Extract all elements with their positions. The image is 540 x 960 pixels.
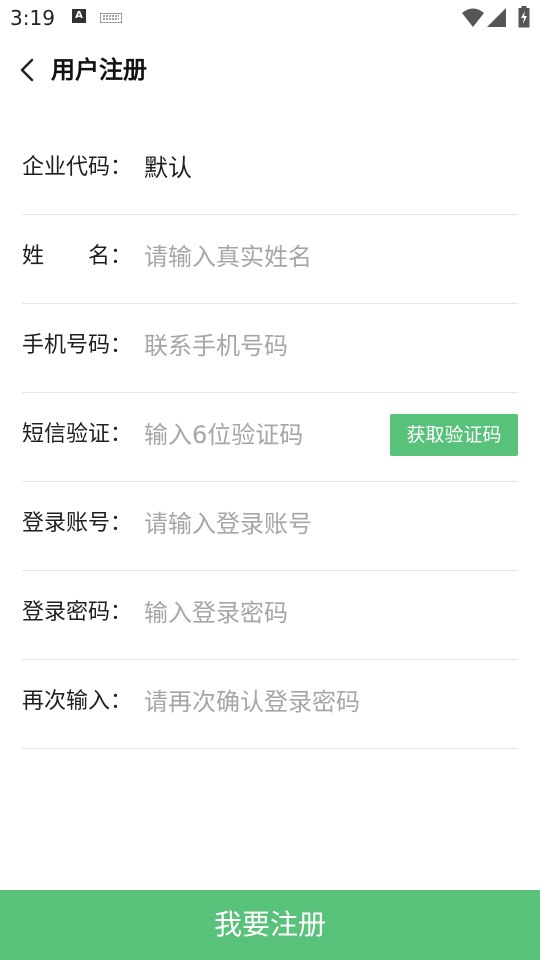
wifi-icon [462,8,484,27]
company-code-row: 企业代码： 默认 [22,126,518,215]
registration-form: 企业代码： 默认 姓 名： 手机号码： 短信验证： 获取验证码 登录账号： 登录… [22,126,518,749]
account-label: 登录账号： [22,511,133,536]
app-header: 用户注册 [0,40,540,100]
phone-label: 手机号码： [22,333,133,358]
name-row: 姓 名： [22,215,518,304]
name-label: 姓 名： [22,244,133,269]
account-input[interactable] [144,506,374,542]
phone-input[interactable] [144,328,374,364]
password-input[interactable] [144,595,374,631]
register-button[interactable]: 我要注册 [0,890,540,960]
a-icon: A [72,9,86,23]
battery-icon [518,6,530,28]
name-input[interactable] [144,239,374,275]
chevron-left-icon[interactable] [14,54,42,86]
signal-icon [487,8,506,27]
phone-row: 手机号码： [22,304,518,393]
status-time: 3:19 [10,6,55,30]
sms-row: 短信验证： 获取验证码 [22,393,518,482]
confirm-password-input[interactable] [144,684,504,720]
status-bar: 3:19 A [0,0,540,36]
keyboard-icon [100,13,122,23]
password-row: 登录密码： [22,571,518,660]
company-code-label: 企业代码： [22,155,133,180]
sms-code-input[interactable] [144,417,374,453]
page-title: 用户注册 [51,56,147,84]
account-row: 登录账号： [22,482,518,571]
password-label: 登录密码： [22,600,133,625]
sms-label: 短信验证： [22,422,133,447]
company-code-value[interactable]: 默认 [144,150,192,186]
confirm-password-label: 再次输入： [22,689,133,714]
confirm-password-row: 再次输入： [22,660,518,749]
get-code-button[interactable]: 获取验证码 [390,414,518,456]
